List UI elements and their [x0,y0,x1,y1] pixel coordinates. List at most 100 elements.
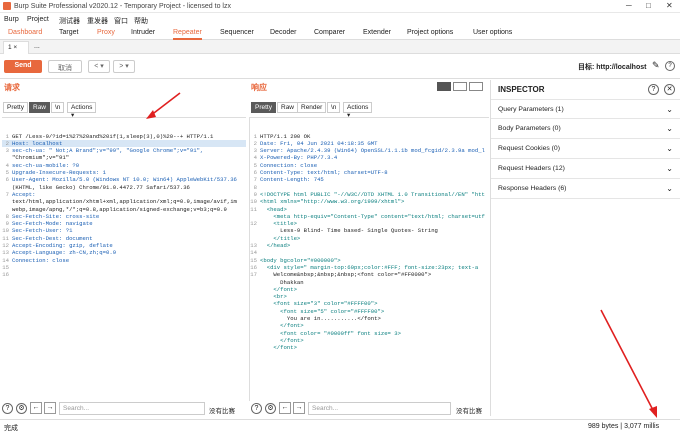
line-text: Connection: close [260,161,318,169]
prev-match-icon[interactable]: ← [279,402,291,414]
status-bar: 完成 989 bytes | 3,077 millis [0,419,680,433]
response-pretty-tab[interactable]: Pretty [251,102,276,113]
tab-extender[interactable]: Extender [363,29,391,36]
menu-window[interactable]: 窗口 [114,16,128,26]
line-number: 14 [250,249,257,257]
menu-repeater[interactable]: 重发器 [87,16,108,26]
response-match-count: 没有比赛 [456,408,482,415]
response-line: <font color= "#0000ff" font size= 3> [250,330,489,337]
inspector-response-headers[interactable]: Response Headers (6) ⌄ [491,179,680,199]
edit-icon[interactable]: ✎ [652,60,660,71]
inspector-close-icon[interactable]: ✕ [664,84,675,95]
back-button[interactable]: < ▾ [88,60,110,73]
line-number [250,344,257,351]
line-number [250,286,257,293]
line-text: Dhakkan [260,278,304,286]
forward-button[interactable]: > ▾ [113,60,135,73]
close-icon[interactable]: ✕ [666,1,673,10]
tab-target[interactable]: Target [59,29,78,36]
line-text: <br> [260,293,287,301]
line-number: 12 [2,242,9,250]
menu-intruder[interactable]: 测试器 [59,16,80,26]
send-button[interactable]: Send [4,60,42,73]
line-text: <div style=" margin-top:60px;color:#FFF;… [260,263,479,271]
response-raw-tab[interactable]: Raw [277,102,299,113]
response-actions-menu[interactable]: Actions ▾ [343,102,373,119]
line-text: Less-9 Blind- Time based- Single Quotes-… [260,227,438,235]
menu-help[interactable]: 帮助 [134,16,148,26]
tab-decoder[interactable]: Decoder [270,29,296,36]
tab-comparer[interactable]: Comparer [314,29,345,36]
repeater-tab-1[interactable]: 1 × [3,41,29,54]
request-search-bar: ? ⚙ ← → Search... 没有比赛 [2,402,246,416]
tab-sequencer[interactable]: Sequencer [220,29,254,36]
line-number: 1 [253,132,257,140]
line-text: Accept-Encoding: gzip, deflate [12,242,113,250]
line-number: 2 [5,139,9,147]
response-line: </font> [250,337,489,344]
response-line: 11 <head> [250,206,489,213]
settings-icon[interactable]: ⚙ [265,403,276,414]
tab-user-options[interactable]: User options [473,29,512,36]
inspector-query-params[interactable]: Query Parameters (1) ⌄ [491,99,680,119]
response-line: 13 </head> [250,242,489,249]
request-editor[interactable]: 1 GET /Less-9/?id=1%27%20and%20if(1,sleep… [2,117,246,401]
tab-repeater[interactable]: Repeater [173,29,202,40]
request-line: 13 Accept-Language: zh-CN,zh;q=0.9 [2,249,246,256]
line-number [250,279,257,286]
chevron-down-icon: ⌄ [666,124,673,133]
line-number: 16 [250,263,257,271]
response-line: <font size="5" color="#FFFF00"> [250,308,489,315]
response-line: 5 Connection: close [250,162,489,169]
line-number: 5 [5,169,9,177]
help-icon[interactable]: ? [2,403,13,414]
line-number: 3 [5,147,9,155]
request-actions-menu[interactable]: Actions ▾ [67,102,97,119]
request-pretty-tab[interactable]: Pretty [3,102,28,113]
line-text: X-Powered-By: PHP/7.3.4 [260,154,338,162]
request-title: 请求 [4,83,20,92]
tab-dashboard[interactable]: Dashboard [8,29,42,36]
response-line: </font> [250,322,489,329]
response-search-bar: ? ⚙ ← → Search... 没有比赛 [251,402,489,416]
next-match-icon[interactable]: → [293,402,305,414]
inspector-body-params[interactable]: Body Parameters (0) ⌄ [491,119,680,139]
line-text: </head> [260,242,291,250]
response-viewer[interactable]: 1 HTTP/1.1 200 OK 2 Date: Fri, 04 Jun 2021 … [249,117,489,401]
inspector-help-icon[interactable]: ? [648,84,659,95]
prev-match-icon[interactable]: ← [30,402,42,414]
layout-horizontal-icon[interactable] [453,82,467,91]
response-newline-tab[interactable]: \n [327,102,341,113]
settings-icon[interactable]: ⚙ [16,403,27,414]
line-text: webp,image/apng,*/*;q=0.8,application/si… [12,205,227,213]
inspector-request-cookies[interactable]: Request Cookies (0) ⌄ [491,139,680,159]
minimize-icon[interactable]: ─ [626,1,632,10]
inspector-request-headers[interactable]: Request Headers (12) ⌄ [491,159,680,179]
maximize-icon[interactable]: □ [646,1,651,10]
repeater-tab-more[interactable]: ... [34,43,40,50]
request-line: 5 Upgrade-Insecure-Requests: 1 [2,169,246,176]
menu-project[interactable]: Project [27,16,49,23]
layout-tabs-icon[interactable] [469,82,483,91]
menu-burp[interactable]: Burp [4,16,19,23]
tab-intruder[interactable]: Intruder [131,29,155,36]
inspector-row-label: Response Headers (6) [498,185,567,192]
request-search-input[interactable]: Search... [59,402,205,415]
line-number: 15 [250,256,257,264]
request-raw-tab[interactable]: Raw [29,102,51,113]
tab-proxy[interactable]: Proxy [97,29,115,36]
target-label: 目标: http://localhost [578,64,647,71]
request-line: 2 Host: localhost [2,139,246,148]
cancel-button[interactable]: 取消 [48,60,82,73]
tab-project-options[interactable]: Project options [407,29,453,36]
response-render-tab[interactable]: Render [297,102,327,113]
help-icon[interactable]: ? [665,61,675,71]
line-number: 7 [5,190,9,198]
response-search-input[interactable]: Search... [308,402,451,415]
next-match-icon[interactable]: → [44,402,56,414]
layout-split-icon[interactable] [437,82,451,91]
line-text: Content-Length: 745 [260,176,324,184]
help-icon[interactable]: ? [251,403,262,414]
request-newline-tab[interactable]: \n [51,102,65,113]
line-number [250,235,257,242]
